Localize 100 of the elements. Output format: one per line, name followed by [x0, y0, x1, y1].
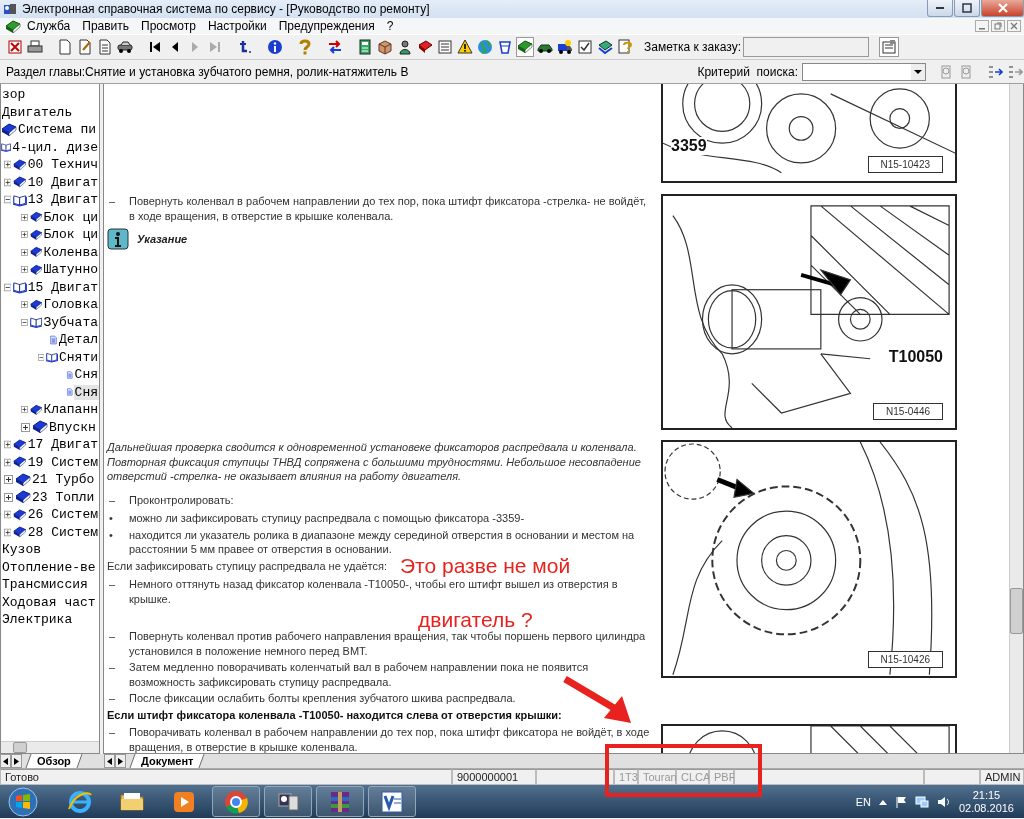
toolbar-button[interactable]	[396, 37, 414, 57]
list-icon	[437, 39, 453, 55]
tree-item[interactable]: 17 Двигат	[26, 437, 99, 453]
dash-marker: –	[108, 660, 117, 675]
maximize-button[interactable]	[954, 0, 980, 17]
tree-item[interactable]: Ходовая част	[1, 594, 97, 610]
tree-item[interactable]: 00 Технич	[26, 157, 99, 173]
scroll-right-button[interactable]	[115, 754, 126, 768]
tree-item[interactable]: Головка	[42, 297, 99, 313]
expand-toggle-icon[interactable]	[21, 230, 28, 240]
expand-toggle-icon[interactable]	[21, 265, 28, 275]
tree-item[interactable]: Детал	[58, 332, 99, 348]
toolbar-button[interactable]	[556, 37, 574, 57]
tree-item[interactable]: 4-цил. дизе	[11, 139, 99, 155]
toolbar-button[interactable]	[516, 37, 534, 57]
tree-item[interactable]: Трансмиссия	[1, 577, 89, 593]
expand-toggle-icon[interactable]	[4, 160, 12, 170]
field-label: Критерий поиска:	[697, 64, 798, 79]
expand-toggle-icon[interactable]	[4, 177, 12, 187]
book-icon	[32, 419, 48, 436]
taskbar-button[interactable]	[264, 786, 312, 817]
tree-item[interactable]: Зубчата	[42, 314, 99, 330]
tree-item[interactable]: Клапанн	[42, 402, 99, 418]
tree-item[interactable]: Сня	[73, 384, 99, 400]
clock-date[interactable]: 02.08.2016	[958, 801, 1014, 815]
expand-toggle-icon[interactable]	[21, 405, 28, 415]
tree-item[interactable]: Кузов	[1, 542, 42, 558]
expand-toggle-icon[interactable]	[21, 300, 28, 310]
expand-toggle-icon[interactable]	[21, 212, 28, 222]
vertical-scrollbar[interactable]	[1009, 84, 1023, 753]
search-criteria-dropdown[interactable]	[802, 62, 926, 81]
menu-item[interactable]: Просмотр	[135, 18, 202, 34]
menu-item[interactable]: Править	[76, 18, 136, 34]
expand-toggle-icon[interactable]	[4, 457, 12, 467]
tree-item[interactable]: Сня	[73, 367, 99, 383]
scroll-left-button[interactable]	[104, 754, 115, 768]
tree-item[interactable]: 28 Систем	[26, 524, 99, 540]
order-note-field[interactable]	[743, 37, 869, 57]
expand-toggle-icon[interactable]	[4, 475, 13, 485]
close-button[interactable]	[981, 0, 1024, 17]
toolbar-button[interactable]	[456, 37, 474, 57]
collapse-toggle-icon[interactable]	[21, 317, 28, 327]
tree-item[interactable]: Двигатель	[1, 104, 74, 120]
start-button[interactable]	[8, 786, 38, 817]
tree-item[interactable]: Сняти	[58, 349, 99, 365]
scroll-right-button[interactable]	[11, 754, 22, 768]
warning-icon	[457, 39, 473, 55]
minimize-button[interactable]	[927, 0, 953, 17]
book-icon	[13, 454, 27, 471]
person-icon	[397, 39, 413, 55]
tree-item[interactable]: Впускн	[48, 419, 97, 435]
expand-toggle-icon[interactable]	[4, 510, 12, 520]
horizontal-scrollbar[interactable]	[1, 741, 99, 753]
mdi-close-button[interactable]	[1007, 20, 1021, 32]
tree-item[interactable]: Блок ци	[42, 227, 99, 243]
tree-item[interactable]: 23 Топли	[31, 489, 96, 505]
menu-item[interactable]: ?	[380, 18, 400, 34]
toolbar-button[interactable]	[266, 37, 284, 57]
tree-item[interactable]: Отопление-ве	[1, 559, 97, 575]
mdi-minimize-button[interactable]	[975, 20, 989, 32]
expand-toggle-icon[interactable]	[4, 440, 12, 450]
tree-item[interactable]: 21 Турбо	[31, 472, 96, 488]
expand-toggle-icon[interactable]	[4, 527, 12, 537]
language-indicator[interactable]: EN	[855, 795, 871, 808]
collapse-toggle-icon[interactable]	[38, 352, 45, 362]
book-icon	[13, 156, 27, 173]
expand-toggle-icon[interactable]	[21, 247, 28, 257]
order-note-button[interactable]	[879, 37, 899, 57]
tree-item[interactable]: 26 Систем	[26, 507, 99, 523]
tree-item[interactable]: 13 Двигат	[26, 192, 99, 208]
taskbar-button[interactable]	[368, 786, 416, 817]
tree-item[interactable]: 19 Систем	[26, 454, 99, 470]
tree-item[interactable]: 10 Двигат	[26, 174, 99, 190]
show-hidden-icons-icon[interactable]	[878, 798, 887, 805]
tree-item[interactable]: Система пи	[17, 122, 97, 138]
toolbar-button[interactable]	[356, 37, 374, 57]
tree-item[interactable]: 15 Двигат	[26, 279, 99, 295]
tree-item[interactable]: Блок ци	[42, 209, 99, 225]
tree-item[interactable]: Шатунно	[42, 262, 99, 278]
mdi-restore-button[interactable]	[991, 20, 1005, 32]
toolbar-button[interactable]	[576, 37, 594, 57]
flag-icon[interactable]	[894, 795, 907, 808]
collapse-toggle-icon[interactable]	[4, 282, 12, 292]
tab[interactable]: Документ	[129, 754, 205, 768]
tab[interactable]: Обзор	[25, 754, 83, 768]
menu-item[interactable]: Настройки	[201, 18, 273, 34]
menu-item[interactable]: Служба	[21, 18, 77, 34]
tree-item[interactable]: Коленва	[42, 244, 99, 260]
menu-item[interactable]: Предупреждения	[272, 18, 381, 34]
expand-toggle-icon[interactable]	[21, 422, 30, 432]
status-text: 9000000001	[452, 769, 536, 785]
expand-toggle-icon[interactable]	[4, 492, 13, 502]
clock-time[interactable]: 21:15	[958, 788, 1014, 802]
tree-item[interactable]: зор	[1, 87, 27, 103]
volume-icon[interactable]	[936, 795, 951, 808]
network-icon[interactable]	[914, 795, 929, 808]
collapse-toggle-icon[interactable]	[4, 195, 12, 205]
taskbar-button[interactable]	[212, 786, 260, 817]
scroll-left-button[interactable]	[0, 754, 11, 768]
tree-item[interactable]: Электрика	[1, 612, 74, 628]
